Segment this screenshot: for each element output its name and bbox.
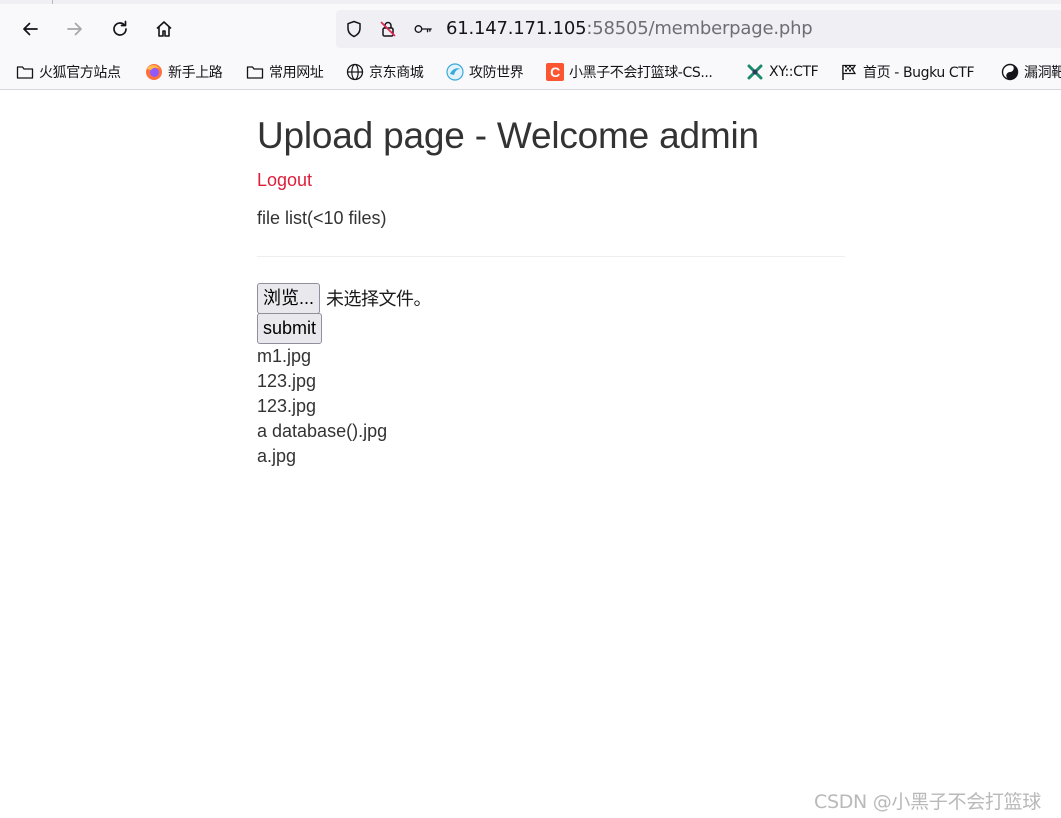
site-icon [746, 63, 764, 81]
key-icon[interactable] [413, 19, 433, 39]
file-list: m1.jpg 123.jpg 123.jpg a database().jpg … [257, 344, 387, 469]
folder-icon [246, 63, 264, 81]
bookmark-label: 新手上路 [168, 65, 223, 81]
bookmark-label: 常用网址 [269, 65, 324, 81]
browse-button[interactable]: 浏览... [257, 282, 320, 314]
watermark: CSDN @小黑子不会打篮球 [814, 791, 1042, 813]
reload-icon [110, 19, 130, 39]
bookmark-item[interactable]: 常用网址 [246, 59, 324, 85]
shield-icon[interactable] [344, 19, 364, 39]
file-list-item: 123.jpg [257, 396, 317, 416]
globe-icon [346, 63, 364, 81]
tab-strip-edge [0, 0, 1061, 4]
site-icon [1001, 63, 1019, 81]
svg-text:C: C [550, 64, 560, 80]
browser-toolbar: 61.147.171.105:58505/memberpage.php 火狐官方… [0, 0, 1061, 90]
tab-divider [52, 0, 53, 4]
bookmark-label: 漏洞靶 [1024, 65, 1061, 81]
bookmark-item[interactable]: 漏洞靶 [1001, 59, 1061, 85]
page-title: Upload page - Welcome admin [257, 115, 759, 156]
arrow-left-icon [20, 19, 40, 39]
bookmark-label: 小黑子不会打篮球-CS... [569, 65, 713, 81]
url-host: 61.147.171.105 [446, 18, 587, 39]
back-button[interactable] [15, 14, 45, 44]
home-button[interactable] [149, 14, 179, 44]
flag-icon [840, 63, 858, 81]
divider [257, 256, 845, 257]
bookmark-item[interactable]: 火狐官方站点 [16, 59, 121, 85]
file-list-caption: file list(<10 files) [257, 208, 387, 228]
url-bar[interactable]: 61.147.171.105:58505/memberpage.php [336, 10, 1061, 48]
file-input[interactable]: 浏览... 未选择文件。 [257, 282, 432, 314]
forward-button[interactable] [60, 14, 90, 44]
bookmark-item[interactable]: 首页 - Bugku CTF [840, 59, 975, 85]
submit-button[interactable]: submit [257, 313, 322, 344]
firefox-icon [145, 63, 163, 81]
file-list-item: a.jpg [257, 446, 297, 466]
file-list-item: a database().jpg [257, 421, 388, 441]
bookmark-item[interactable]: C 小黑子不会打篮球-CS... [546, 59, 713, 85]
bookmarks-toolbar: 火狐官方站点 新手上路 常用网址 京东商城 攻防世界 C 小黑子不会打篮球-CS… [0, 59, 1061, 85]
bookmark-item[interactable]: 京东商城 [346, 59, 424, 85]
bookmark-item[interactable]: 攻防世界 [446, 59, 524, 85]
insecure-lock-icon[interactable] [378, 19, 398, 39]
arrow-right-icon [65, 19, 85, 39]
file-list-item: m1.jpg [257, 346, 312, 366]
bookmark-item[interactable]: XY::CTF [746, 59, 819, 85]
bookmark-label: 攻防世界 [469, 65, 524, 81]
home-icon [154, 19, 174, 39]
site-icon [446, 63, 464, 81]
bookmark-label: 火狐官方站点 [39, 65, 121, 81]
bookmark-label: 首页 - Bugku CTF [863, 65, 975, 81]
logout-link[interactable]: Logout [257, 170, 312, 191]
url-text[interactable]: 61.147.171.105:58505/memberpage.php [446, 19, 813, 39]
bookmark-label: 京东商城 [369, 65, 424, 81]
reload-button[interactable] [105, 14, 135, 44]
folder-icon [16, 63, 34, 81]
url-path: :58505/memberpage.php [586, 18, 813, 39]
csdn-icon: C [546, 63, 564, 81]
no-file-selected-text: 未选择文件。 [326, 289, 432, 310]
bookmark-item[interactable]: 新手上路 [145, 59, 223, 85]
file-list-item: 123.jpg [257, 371, 317, 391]
bookmark-label: XY::CTF [769, 64, 819, 80]
